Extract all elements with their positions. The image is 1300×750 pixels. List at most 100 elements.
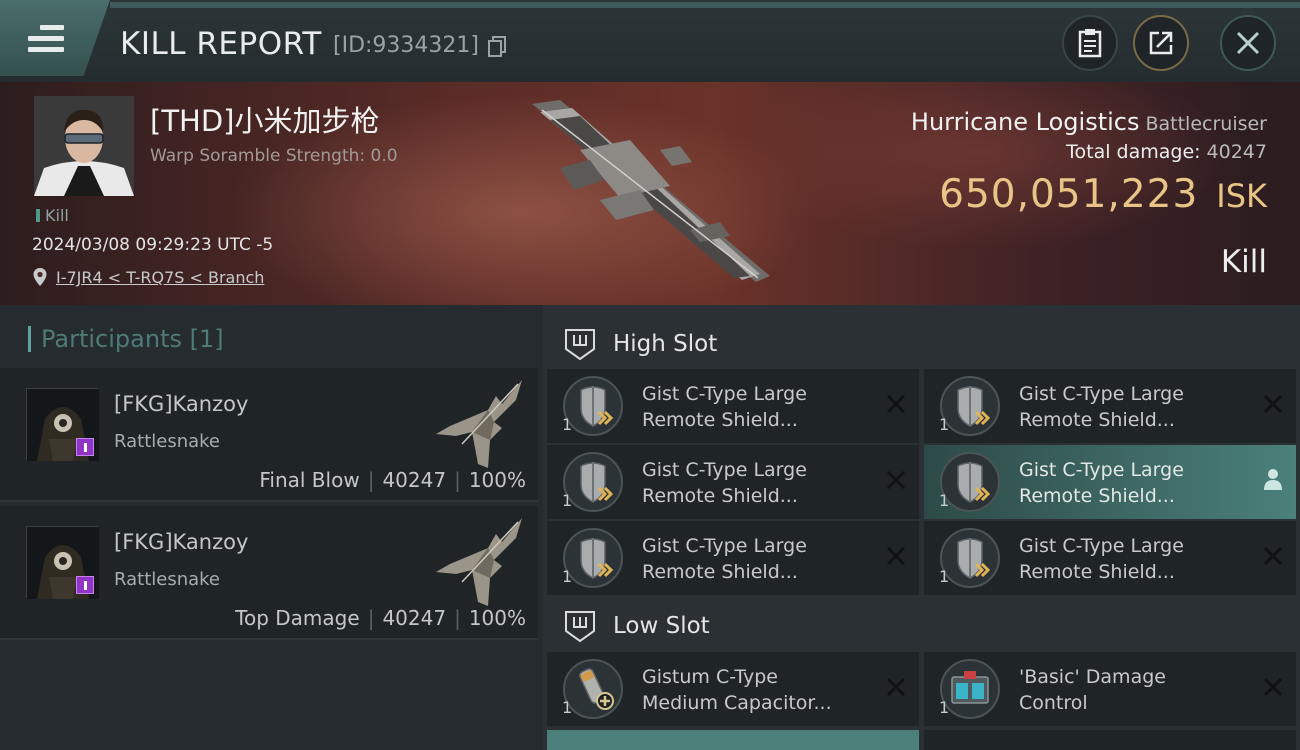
hamburger-menu-icon[interactable] — [28, 25, 64, 53]
participant-badge — [76, 576, 94, 594]
module-name: Gist C-Type Large Remote Shield... — [642, 457, 877, 509]
total-damage-label: Total damage: — [1066, 141, 1201, 163]
clipboard-icon — [1078, 29, 1102, 58]
remove-module-icon[interactable] — [1262, 676, 1284, 698]
participant-ship: Rattlesnake — [114, 431, 221, 452]
top-bar: KILL REPORT [ID:9334321] — [0, 0, 1300, 82]
participant-ship-icon — [436, 518, 522, 606]
person-icon[interactable] — [1262, 467, 1284, 491]
module-name-line1: Gist C-Type Large — [1019, 535, 1184, 557]
victim-ship-class: Battlecruiser — [1145, 113, 1267, 135]
participant-name[interactable]: [FKG]Kanzoy — [114, 530, 248, 554]
module-quantity: 1 — [562, 698, 573, 717]
victim-portrait[interactable] — [34, 96, 134, 196]
total-damage-value: 40247 — [1206, 141, 1267, 163]
participant-damage: 40247 — [382, 468, 447, 492]
page-title: KILL REPORT — [120, 26, 322, 62]
module-name-line2: Remote Shield... — [1019, 561, 1175, 583]
module-item-partial[interactable] — [547, 730, 919, 750]
module-name-line2: Medium Capacitor... — [642, 692, 832, 714]
copy-icon[interactable] — [488, 36, 508, 58]
module-quantity: 1 — [939, 491, 950, 510]
participant-row[interactable]: [FKG]Kanzoy Rattlesnake Top Damage | 40247… — [0, 506, 538, 640]
participants-panel: Participants [1] [FKG]Kanzoy Rattlesnake… — [0, 305, 543, 750]
total-damage-line: Total damage: 40247 — [1066, 141, 1267, 163]
stat-separator: | — [367, 606, 375, 630]
fitting-panel: High Slot 1 Gist C-Type Large Remote Shie… — [543, 305, 1300, 750]
participant-name[interactable]: [FKG]Kanzoy — [114, 392, 248, 416]
participant-percent: 100% — [468, 606, 526, 630]
remove-module-icon[interactable] — [885, 469, 907, 491]
module-name-line2: Remote Shield... — [642, 485, 798, 507]
participant-ship-icon — [436, 380, 522, 468]
low-slot-title: Low Slot — [613, 613, 710, 639]
module-name: Gist C-Type Large Remote Shield... — [1019, 381, 1254, 433]
isk-value-line: 650,051,223 ISK — [939, 172, 1267, 217]
kill-timestamp: 2024/03/08 09:29:23 UTC -5 — [32, 235, 274, 255]
module-name-line2: Remote Shield... — [1019, 409, 1175, 431]
module-quantity: 1 — [562, 491, 573, 510]
module-item[interactable]: 1 'Basic' Damage Control — [924, 652, 1296, 726]
top-bar-accent-line — [110, 2, 1300, 8]
clipboard-button[interactable] — [1062, 15, 1118, 71]
participant-badge — [76, 438, 94, 456]
module-item[interactable]: 1 Gist C-Type Large Remote Shield... — [547, 521, 919, 595]
remove-module-icon[interactable] — [885, 545, 907, 567]
participant-row[interactable]: [FKG]Kanzoy Rattlesnake Final Blow | 40247… — [0, 368, 538, 502]
victim-ship-render — [532, 100, 770, 282]
participant-stats: Final Blow | 40247 | 100% — [259, 468, 526, 492]
participant-role: Top Damage — [235, 606, 360, 630]
victim-ship-line: Hurricane Logistics Battlecruiser — [911, 108, 1267, 136]
module-quantity: 1 — [562, 415, 573, 434]
module-name: Gist C-Type Large Remote Shield... — [1019, 533, 1254, 585]
share-icon — [1149, 31, 1173, 55]
module-item[interactable]: 1 Gistum C-Type Medium Capacitor... — [547, 652, 919, 726]
module-item[interactable]: 1 Gist C-Type Large Remote Shield... — [547, 445, 919, 519]
low-slot-icon — [565, 611, 595, 643]
victim-ship-name[interactable]: Hurricane Logistics — [911, 108, 1140, 136]
module-name-line1: Gist C-Type Large — [642, 383, 807, 405]
victim-name[interactable]: [THD]小米加步枪 — [150, 98, 379, 140]
module-name-line1: Gist C-Type Large — [1019, 383, 1184, 405]
module-name-line2: Remote Shield... — [1019, 485, 1175, 507]
module-item[interactable]: 1 Gist C-Type Large Remote Shield... — [924, 521, 1296, 595]
isk-value: 650,051,223 — [939, 172, 1199, 217]
report-id: [ID:9334321] — [333, 33, 479, 58]
module-name-line1: 'Basic' Damage — [1019, 666, 1166, 688]
module-item-selected[interactable]: 1 Gist C-Type Large Remote Shield... — [924, 445, 1296, 519]
stat-separator: | — [454, 468, 461, 492]
module-name-line2: Control — [1019, 692, 1088, 714]
victim-banner: [THD]小米加步枪 Warp Soramble Strength: 0.0 K… — [0, 82, 1300, 305]
high-slot-header: High Slot — [543, 313, 1300, 371]
module-item[interactable]: 1 Gist C-Type Large Remote Shield... — [924, 369, 1296, 443]
module-item[interactable]: 1 Gist C-Type Large Remote Shield... — [547, 369, 919, 443]
module-name: 'Basic' Damage Control — [1019, 664, 1254, 716]
module-quantity: 1 — [939, 567, 950, 586]
module-item-partial[interactable] — [924, 730, 1296, 750]
module-quantity: 1 — [939, 415, 950, 434]
portrait-image — [34, 96, 134, 196]
warp-scramble-strength: Warp Soramble Strength: 0.0 — [150, 146, 398, 166]
stat-separator: | — [454, 606, 461, 630]
remove-module-icon[interactable] — [1262, 393, 1284, 415]
module-quantity: 1 — [562, 567, 573, 586]
module-name: Gist C-Type Large Remote Shield... — [642, 533, 877, 585]
remove-module-icon[interactable] — [885, 676, 907, 698]
participants-title: Participants [1] — [28, 325, 224, 353]
isk-unit: ISK — [1216, 177, 1267, 215]
participant-role: Final Blow — [259, 468, 360, 492]
kill-location-link[interactable]: I-7JR4 < T-RQ7S < Branch — [56, 268, 264, 287]
high-slot-icon — [565, 329, 595, 361]
participant-stats: Top Damage | 40247 | 100% — [235, 606, 526, 630]
remove-module-icon[interactable] — [1262, 545, 1284, 567]
close-button[interactable] — [1220, 15, 1276, 71]
participant-ship: Rattlesnake — [114, 569, 221, 590]
kill-tag: Kill — [36, 206, 69, 225]
module-name-line1: Gist C-Type Large — [642, 459, 807, 481]
module-quantity: 1 — [939, 698, 950, 717]
module-name-line1: Gist C-Type Large — [642, 535, 807, 557]
share-button[interactable] — [1133, 15, 1189, 71]
remove-module-icon[interactable] — [885, 393, 907, 415]
module-name: Gist C-Type Large Remote Shield... — [1019, 457, 1254, 509]
close-icon — [1236, 31, 1260, 55]
